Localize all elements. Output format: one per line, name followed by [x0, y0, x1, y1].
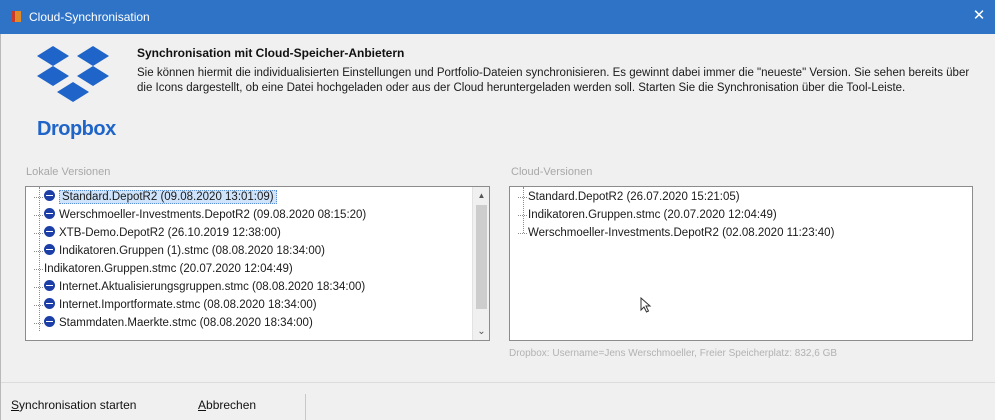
cloud-versions-label: Cloud-Versionen	[511, 166, 593, 178]
upload-icon	[44, 190, 55, 201]
tree-item-label: Indikatoren.Gruppen (1).stmc (08.08.2020…	[59, 245, 325, 257]
tree-connector	[34, 323, 43, 324]
tree-item-cloud[interactable]: Standard.DepotR2 (26.07.2020 15:21:05)	[518, 188, 740, 206]
window-title: Cloud-Synchronisation	[29, 10, 150, 24]
tree-item-label: XTB-Demo.DepotR2 (26.10.2019 12:38:00)	[59, 227, 281, 239]
tree-connector	[34, 233, 43, 234]
tree-connector	[34, 287, 43, 288]
close-icon[interactable]: ✕	[969, 6, 989, 26]
tree-item-cloud[interactable]: Indikatoren.Gruppen.stmc (20.07.2020 12:…	[518, 206, 777, 224]
scroll-up-icon[interactable]: ▲	[473, 187, 489, 204]
upload-icon	[44, 208, 55, 219]
tree-connector	[34, 305, 43, 306]
tree-item-label: Werschmoeller-Investments.DepotR2 (02.08…	[528, 227, 835, 239]
tree-connector	[518, 215, 527, 216]
app-icon	[12, 11, 21, 22]
divider	[1, 382, 995, 383]
tree-item-local[interactable]: Indikatoren.Gruppen.stmc (20.07.2020 12:…	[34, 260, 293, 278]
dropbox-logo: Dropbox	[31, 40, 116, 140]
scroll-thumb[interactable]	[476, 205, 487, 309]
storage-info: Dropbox: Username=Jens Werschmoeller, Fr…	[509, 348, 838, 359]
tree-connector	[34, 269, 43, 270]
tree-item-local[interactable]: Werschmoeller-Investments.DepotR2 (09.08…	[34, 206, 367, 224]
tree-item-local[interactable]: Internet.Importformate.stmc (08.08.2020 …	[34, 296, 317, 314]
upload-icon	[44, 226, 55, 237]
logo-wordmark: Dropbox	[37, 118, 116, 140]
tree-item-label: Indikatoren.Gruppen.stmc (20.07.2020 12:…	[528, 209, 777, 221]
mouse-pointer-icon	[640, 297, 652, 313]
tree-item-local[interactable]: Internet.Aktualisierungsgruppen.stmc (08…	[34, 278, 366, 296]
tree-item-label: Internet.Aktualisierungsgruppen.stmc (08…	[59, 281, 366, 293]
title-bar: Cloud-Synchronisation ✕	[0, 0, 995, 34]
tree-item-label: Internet.Importformate.stmc (08.08.2020 …	[59, 299, 317, 311]
vertical-scrollbar[interactable]: ▲ ⌄	[472, 187, 489, 340]
tree-connector	[34, 215, 43, 216]
local-versions-label: Lokale Versionen	[26, 166, 111, 178]
dialog-heading: Synchronisation mit Cloud-Speicher-Anbie…	[137, 46, 405, 60]
tree-connector	[34, 197, 43, 198]
tree-line	[39, 187, 40, 331]
dialog-description: Sie können hiermit die individualisierte…	[137, 67, 970, 94]
tree-item-label: Stammdaten.Maerkte.stmc (08.08.2020 18:3…	[59, 317, 313, 329]
tree-item-local[interactable]: XTB-Demo.DepotR2 (26.10.2019 12:38:00)	[34, 224, 281, 242]
cloud-versions-tree[interactable]: Standard.DepotR2 (26.07.2020 15:21:05) I…	[509, 186, 973, 341]
cancel-button[interactable]: Abbrechen	[198, 398, 256, 412]
tree-connector	[34, 251, 43, 252]
mnemonic: A	[198, 398, 207, 412]
tree-item-local[interactable]: Stammdaten.Maerkte.stmc (08.08.2020 18:3…	[34, 314, 313, 332]
tree-item-label: Standard.DepotR2 (09.08.2020 13:01:09)	[59, 190, 277, 204]
tree-item-label: Indikatoren.Gruppen.stmc (20.07.2020 12:…	[44, 263, 293, 275]
tree-item-label: Standard.DepotR2 (26.07.2020 15:21:05)	[528, 191, 740, 203]
tree-item-local[interactable]: Standard.DepotR2 (09.08.2020 13:01:09)	[34, 188, 277, 206]
tree-item-cloud[interactable]: Werschmoeller-Investments.DepotR2 (02.08…	[518, 224, 835, 242]
tree-item-local[interactable]: Indikatoren.Gruppen (1).stmc (08.08.2020…	[34, 242, 325, 260]
scroll-down-icon[interactable]: ⌄	[473, 323, 489, 340]
tree-item-label: Werschmoeller-Investments.DepotR2 (09.08…	[59, 209, 367, 221]
local-versions-tree[interactable]: Standard.DepotR2 (09.08.2020 13:01:09) W…	[25, 186, 490, 341]
upload-icon	[44, 244, 55, 255]
upload-icon	[44, 316, 55, 327]
header-band: Dropbox Synchronisation mit Cloud-Speich…	[1, 34, 995, 146]
tree-connector	[518, 197, 527, 198]
mnemonic: S	[11, 398, 20, 412]
toolbar-separator	[305, 394, 306, 420]
tree-connector	[518, 233, 527, 234]
toolbar: Synchronisation starten Abbrechen	[1, 394, 995, 420]
button-label: ynchronisation starten	[19, 398, 137, 412]
start-sync-button[interactable]: Synchronisation starten	[11, 398, 136, 412]
tree-line	[523, 187, 524, 233]
upload-icon	[44, 298, 55, 309]
dropbox-box-icon	[37, 46, 109, 102]
dialog-body: Dropbox Synchronisation mit Cloud-Speich…	[0, 34, 995, 420]
button-label: bbrechen	[206, 398, 257, 412]
upload-icon	[44, 280, 55, 291]
